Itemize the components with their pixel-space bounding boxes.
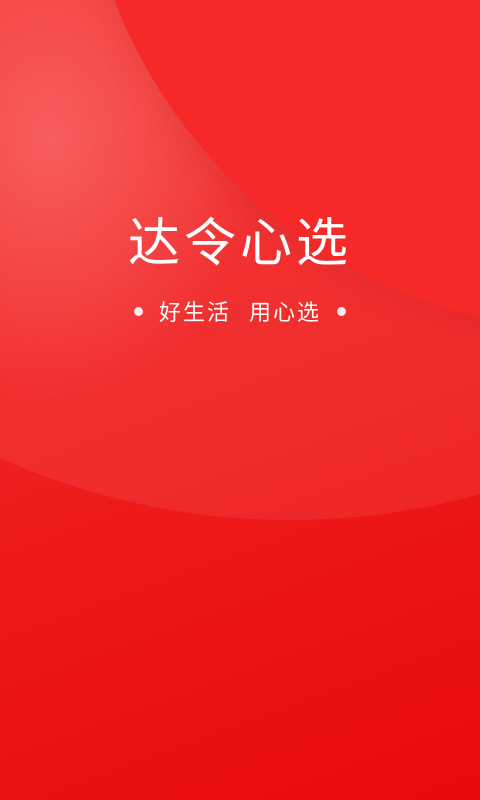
slogan-text: 好生活 用心选 [159,301,321,326]
slogan-row: 好生活 用心选 [0,294,480,328]
right-dot-icon [337,306,346,316]
left-dot-icon [134,306,143,316]
brand-logo-text: 达令心选 [127,214,352,274]
splash-screen: 达令心选 好生活 用心选 [0,0,480,800]
